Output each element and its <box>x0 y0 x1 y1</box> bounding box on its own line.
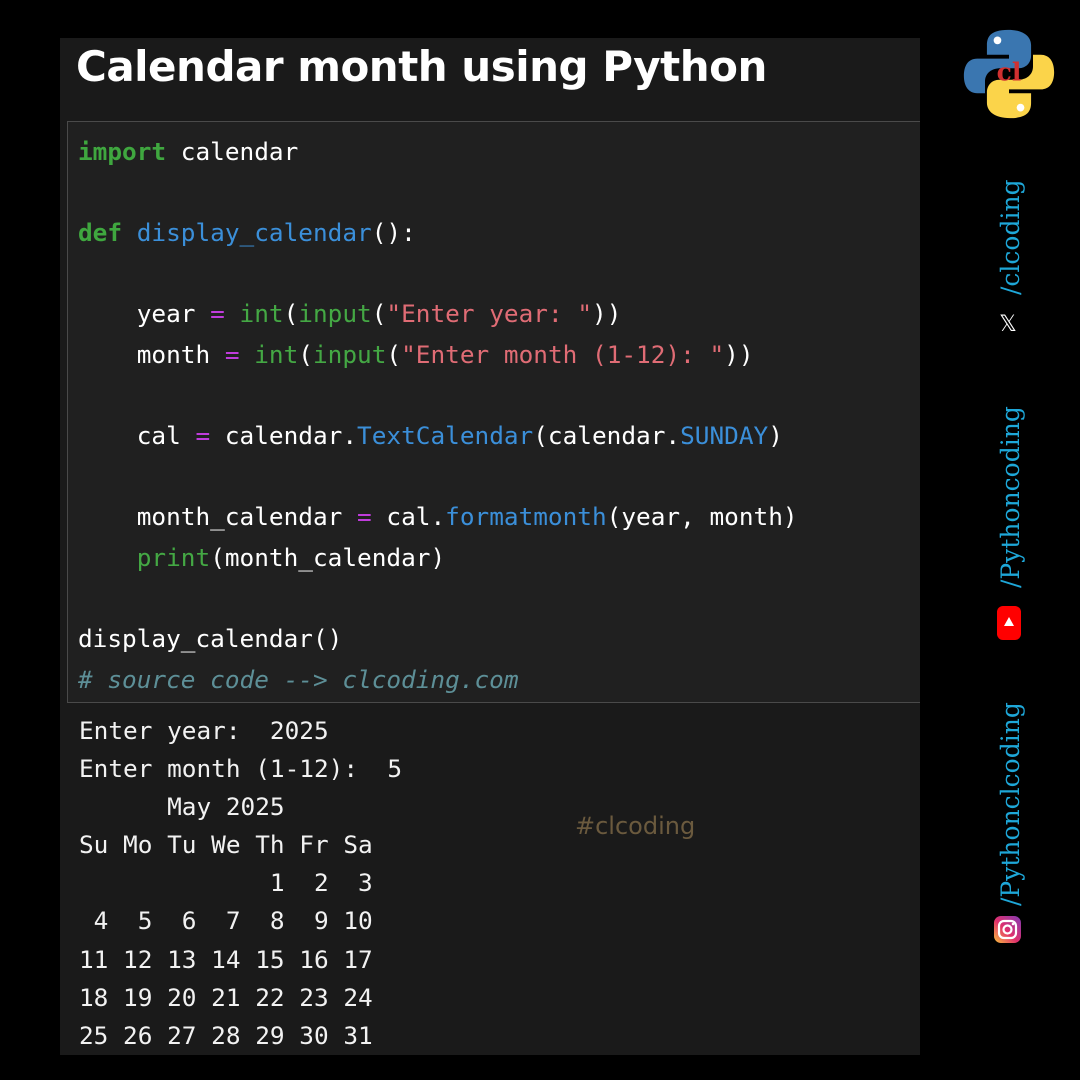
code-token: cal <box>78 421 196 451</box>
code-token: cal. <box>371 502 446 532</box>
output-line: Su Mo Tu We Th Fr Sa <box>79 830 373 860</box>
code-token: (): <box>371 218 416 248</box>
x-icon[interactable]: 𝕏 <box>997 312 1019 338</box>
code-line: month_calendar = cal.formatmonth(year, m… <box>78 497 798 538</box>
code-token: # source code --> clcoding.com <box>78 664 519 694</box>
output-line: 25 26 27 28 29 30 31 <box>79 1020 373 1050</box>
svg-text:cl: cl <box>997 58 1022 87</box>
code-line: # source code --> clcoding.com <box>78 660 798 701</box>
code-token: month_calendar <box>78 502 358 532</box>
youtube-handle[interactable]: /Pythoncoding <box>996 406 1025 588</box>
code-token: print <box>136 542 211 572</box>
output-line: 1 2 3 <box>79 868 373 898</box>
code-token: )) <box>592 299 622 329</box>
terminal-output: Enter year: 2025 Enter month (1-12): 5 Ma… <box>79 712 402 1055</box>
python-logo-icon: cl <box>963 29 1055 119</box>
code-line: print(month_calendar) <box>78 538 798 579</box>
code-token: calendar. <box>210 421 358 451</box>
output-line: May 2025 <box>79 792 285 822</box>
watermark-hashtag: #clcoding <box>575 812 696 840</box>
code-line: cal = calendar.TextCalendar(calendar.SUN… <box>78 416 798 457</box>
code-token: import <box>78 137 167 166</box>
code-token: month <box>78 339 225 369</box>
code-editor: import calendar def display_calendar(): y… <box>67 121 920 703</box>
code-token: (month_calendar) <box>210 542 446 572</box>
code-token: year <box>78 299 211 329</box>
code-token: ) <box>768 421 783 451</box>
code-token: )) <box>724 339 754 369</box>
code-token: ( <box>283 299 299 329</box>
code-token: = <box>357 502 372 532</box>
code-token: formatmonth <box>445 502 607 532</box>
code-line: def display_calendar(): <box>78 213 798 254</box>
code-token: = <box>224 339 240 369</box>
code-line: year = int(input("Enter year: ")) <box>78 294 798 335</box>
code-token: input <box>312 339 387 369</box>
output-line: Enter month (1-12): 5 <box>79 754 403 784</box>
output-line: 11 12 13 14 15 16 17 <box>79 944 373 974</box>
code-token: "Enter year: " <box>386 299 593 329</box>
output-line: 18 19 20 21 22 23 24 <box>79 982 373 1012</box>
instagram-handle[interactable]: /Pythonclcoding <box>996 702 1025 906</box>
code-token: display_calendar() <box>78 624 343 654</box>
code-token: def <box>78 218 123 248</box>
code-token: (calendar. <box>533 421 681 451</box>
code-token: ( <box>298 339 313 369</box>
output-line: Enter year: 2025 <box>79 716 329 745</box>
code-token: input <box>298 299 372 329</box>
code-token: display_calendar <box>136 218 372 248</box>
code-line: display_calendar() <box>78 619 798 660</box>
youtube-icon[interactable] <box>997 606 1021 640</box>
code-token: calendar <box>166 137 299 166</box>
page-title: Calendar month using Python <box>76 42 767 91</box>
code-token: ( <box>371 299 387 329</box>
output-line: 4 5 6 7 8 9 10 <box>79 906 373 936</box>
code-token: int <box>239 299 284 329</box>
code-token: SUNDAY <box>680 421 769 451</box>
code-token: "Enter month (1-12): " <box>401 339 725 369</box>
code-token: ( <box>386 339 402 369</box>
code-line: month = int(input("Enter month (1-12): "… <box>78 335 798 376</box>
instagram-icon[interactable] <box>994 916 1021 943</box>
x-handle[interactable]: /clcoding <box>996 179 1025 295</box>
code-token: (year, month) <box>606 502 798 532</box>
code-token: = <box>195 421 211 451</box>
code-token: TextCalendar <box>357 421 534 451</box>
code-line: import calendar <box>78 132 798 173</box>
code-token: = <box>210 299 225 329</box>
code-block: import calendar def display_calendar(): y… <box>78 132 798 700</box>
code-token: int <box>254 339 299 369</box>
